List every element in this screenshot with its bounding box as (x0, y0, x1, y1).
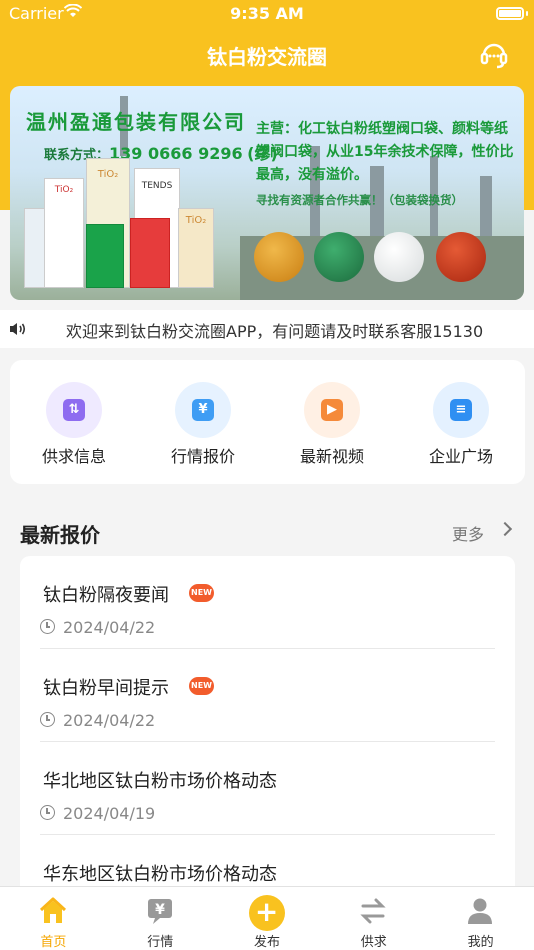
list-item[interactable]: 钛白粉隔夜要闻 NEW 2024/04/22 (20, 556, 515, 649)
news-title: 钛白粉隔夜要闻 (43, 585, 169, 606)
enterprise-icon: ≡ (450, 399, 472, 421)
pigment-red (436, 232, 486, 282)
news-title: 钛白粉早间提示 (43, 678, 169, 699)
tab-market[interactable]: ¥ 行情 (107, 887, 214, 950)
ad-banner[interactable]: 温州盈通包装有限公司 联系方式：139 0666 9296 (缪) 主营：化工钛… (10, 86, 524, 300)
clock-icon (40, 619, 55, 634)
menu-enterprise-square[interactable]: ≡ 企业广场 (397, 360, 525, 484)
status-bar: Carrier 9:35 AM (0, 0, 534, 28)
menu-price-quote[interactable]: ¥ 行情报价 (139, 360, 267, 484)
product-bag: TiO₂ (44, 178, 84, 288)
page-title: 钛白粉交流圈 (207, 45, 327, 69)
battery-tip (526, 11, 528, 16)
announcement-bar[interactable]: 欢迎来到钛白粉交流圈APP，有问题请及时联系客服15130 (0, 310, 534, 348)
bag-label: TENDS (141, 181, 173, 191)
home-icon (38, 897, 68, 925)
banner-contact: 联系方式：139 0666 9296 (缪) (44, 140, 278, 164)
menu-supply-demand[interactable]: ⇅ 供求信息 (10, 360, 138, 484)
supply-demand-icon: ⇅ (63, 399, 85, 421)
banner-main-business: 主营：化工钛白粉纸塑阀口袋、颜料等纸塑阀口袋，从业15年余技术保障，性价比最高，… (256, 121, 514, 183)
chevron-right-icon[interactable] (497, 521, 513, 537)
menu-label: 行情报价 (170, 447, 235, 466)
video-icon: ▶ (321, 399, 343, 421)
more-link[interactable]: 更多 (452, 521, 484, 545)
svg-text:¥: ¥ (155, 902, 165, 918)
menu-label: 企业广场 (428, 447, 493, 466)
pigment-green (314, 232, 364, 282)
publish-plus-icon: + (248, 895, 285, 931)
list-item[interactable]: 华北地区钛白粉市场价格动态 2024/04/19 (20, 742, 515, 835)
bag-label: TiO₂ (185, 215, 207, 226)
product-bag (86, 224, 124, 288)
tab-supply[interactable]: 供求 (320, 887, 427, 950)
menu-label: 最新视频 (299, 447, 364, 466)
product-bag: TiO₂ (178, 208, 214, 288)
speaker-icon (8, 319, 28, 339)
bag-label: TiO₂ (54, 185, 74, 195)
exchange-icon (358, 897, 388, 925)
tab-label: 首页 (40, 935, 67, 950)
battery-icon (496, 7, 524, 20)
tab-label: 发布 (253, 935, 280, 950)
tab-label: 供求 (360, 935, 387, 950)
tab-publish[interactable]: + 发布 (214, 887, 321, 950)
bag-label: TiO₂ (97, 169, 119, 180)
tab-label: 我的 (467, 935, 494, 950)
banner-company-name: 温州盈通包装有限公司 (26, 110, 246, 134)
function-menu: ⇅ 供求信息 ¥ 行情报价 ▶ 最新视频 ≡ 企业广场 (10, 360, 525, 484)
pigment-white (374, 232, 424, 282)
list-item[interactable]: 钛白粉早间提示 NEW 2024/04/22 (20, 649, 515, 742)
clock-icon (40, 805, 55, 820)
tab-profile[interactable]: 我的 (427, 887, 534, 950)
news-date: 2024/04/19 (63, 804, 156, 823)
clock-time: 9:35 AM (230, 4, 304, 23)
menu-latest-video[interactable]: ▶ 最新视频 (268, 360, 396, 484)
news-title: 华北地区钛白粉市场价格动态 (43, 771, 277, 792)
tab-home[interactable]: 首页 (0, 887, 107, 950)
new-badge: NEW (189, 584, 214, 602)
news-list: 钛白粉隔夜要闻 NEW 2024/04/22 钛白粉早间提示 NEW 2024/… (20, 556, 515, 896)
menu-label: 供求信息 (41, 447, 106, 466)
tab-label: 行情 (147, 935, 174, 950)
clock-icon (40, 712, 55, 727)
news-title: 华东地区钛白粉市场价格动态 (43, 864, 277, 885)
product-bag (130, 218, 170, 288)
market-icon: ¥ (145, 897, 175, 925)
tab-bar: 首页 ¥ 行情 + 发布 供求 我的 (0, 886, 534, 950)
profile-icon (465, 897, 495, 925)
announcement-text: 欢迎来到钛白粉交流圈APP，有问题请及时联系客服15130 (66, 322, 484, 341)
banner-cooperation: 寻找有资源者合作共赢！（包装袋换货） (256, 193, 463, 207)
customer-service-icon[interactable] (478, 38, 510, 70)
news-date: 2024/04/22 (63, 618, 156, 637)
pigment-orange (254, 232, 304, 282)
new-badge: NEW (189, 677, 214, 695)
price-quote-icon: ¥ (192, 399, 214, 421)
news-date: 2024/04/22 (63, 711, 156, 730)
section-title: 最新报价 (20, 523, 100, 547)
